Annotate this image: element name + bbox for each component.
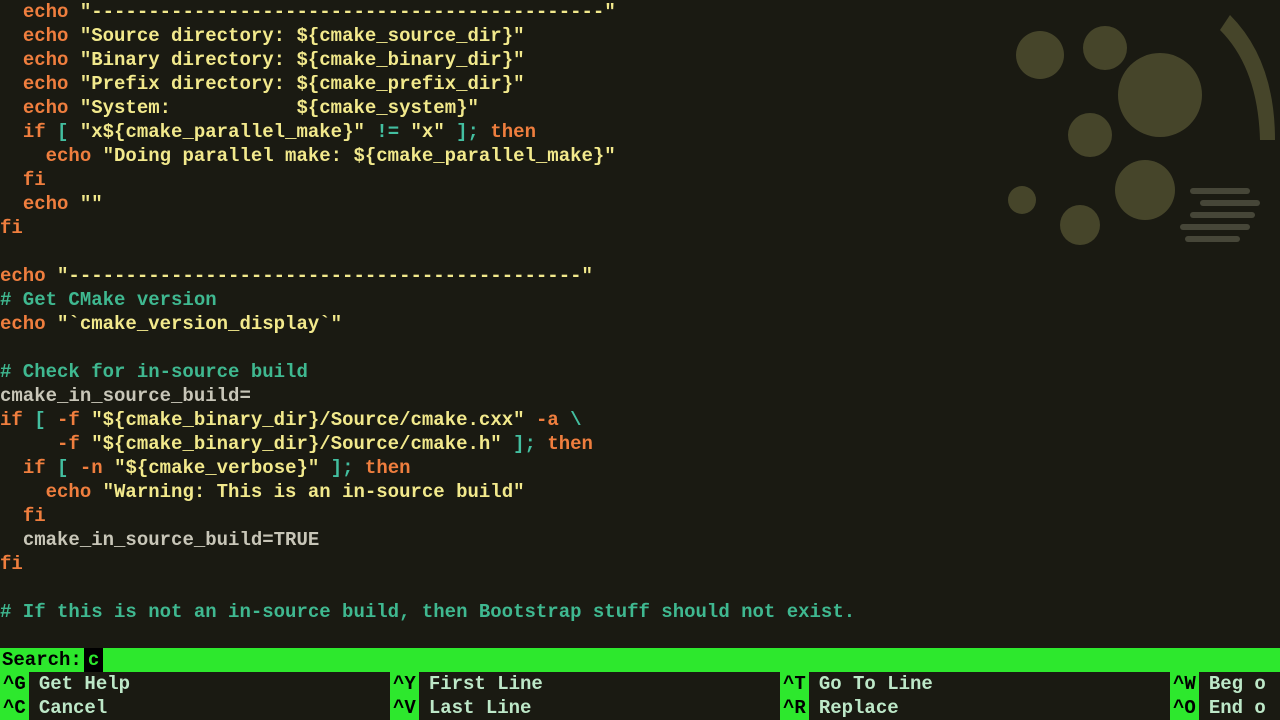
shortcut-key: ^G [0, 672, 29, 696]
code-line: fi [0, 168, 1280, 192]
code-line: -f "${cmake_binary_dir}/Source/cmake.h" … [0, 432, 1280, 456]
code-line: if [ -f "${cmake_binary_dir}/Source/cmak… [0, 408, 1280, 432]
editor-content[interactable]: echo "----------------------------------… [0, 0, 1280, 624]
code-line: # Check for in-source build [0, 360, 1280, 384]
shortcut-key: ^T [780, 672, 809, 696]
help-item: ^C Cancel [0, 696, 390, 720]
code-line: echo "----------------------------------… [0, 264, 1280, 288]
code-line: echo "`cmake_version_display`" [0, 312, 1280, 336]
code-line: if [ -n "${cmake_verbose}" ]; then [0, 456, 1280, 480]
search-input[interactable]: c [84, 648, 103, 672]
help-item: ^W Beg o [1170, 672, 1280, 696]
code-line: echo "----------------------------------… [0, 0, 1280, 24]
code-line: cmake_in_source_build= [0, 384, 1280, 408]
code-line: echo "Binary directory: ${cmake_binary_d… [0, 48, 1280, 72]
help-item: ^O End o [1170, 696, 1280, 720]
shortcut-label: Replace [819, 696, 899, 720]
shortcut-key: ^W [1170, 672, 1199, 696]
code-line: if [ "x${cmake_parallel_make}" != "x" ];… [0, 120, 1280, 144]
help-item: ^V Last Line [390, 696, 780, 720]
shortcut-label: Beg o [1209, 672, 1266, 696]
search-label: Search: [0, 648, 82, 672]
code-line: fi [0, 216, 1280, 240]
help-item: ^R Replace [780, 696, 1170, 720]
code-line: echo "" [0, 192, 1280, 216]
shortcut-label: End o [1209, 696, 1266, 720]
code-line: fi [0, 552, 1280, 576]
code-line: cmake_in_source_build=TRUE [0, 528, 1280, 552]
shortcut-key: ^O [1170, 696, 1199, 720]
shortcut-key: ^R [780, 696, 809, 720]
help-bar: ^G Get Help ^C Cancel ^Y First Line ^V Last Lin… [0, 672, 1280, 720]
search-bar[interactable]: Search: c [0, 648, 1280, 672]
help-item: ^Y First Line [390, 672, 780, 696]
shortcut-label: Go To Line [819, 672, 933, 696]
code-line: echo "Doing parallel make: ${cmake_paral… [0, 144, 1280, 168]
shortcut-label: Cancel [39, 696, 107, 720]
shortcut-key: ^V [390, 696, 419, 720]
shortcut-label: Get Help [39, 672, 130, 696]
code-line: echo "Warning: This is an in-source buil… [0, 480, 1280, 504]
code-line: echo "System: ${cmake_system}" [0, 96, 1280, 120]
code-line: # Get CMake version [0, 288, 1280, 312]
help-item: ^G Get Help [0, 672, 390, 696]
shortcut-label: First Line [429, 672, 543, 696]
shortcut-key: ^C [0, 696, 29, 720]
code-line: echo "Source directory: ${cmake_source_d… [0, 24, 1280, 48]
shortcut-key: ^Y [390, 672, 419, 696]
help-item: ^T Go To Line [780, 672, 1170, 696]
code-line [0, 336, 1280, 360]
code-line [0, 240, 1280, 264]
shortcut-label: Last Line [429, 696, 532, 720]
code-line: fi [0, 504, 1280, 528]
code-line: # If this is not an in-source build, the… [0, 600, 1280, 624]
code-line: echo "Prefix directory: ${cmake_prefix_d… [0, 72, 1280, 96]
code-line [0, 576, 1280, 600]
